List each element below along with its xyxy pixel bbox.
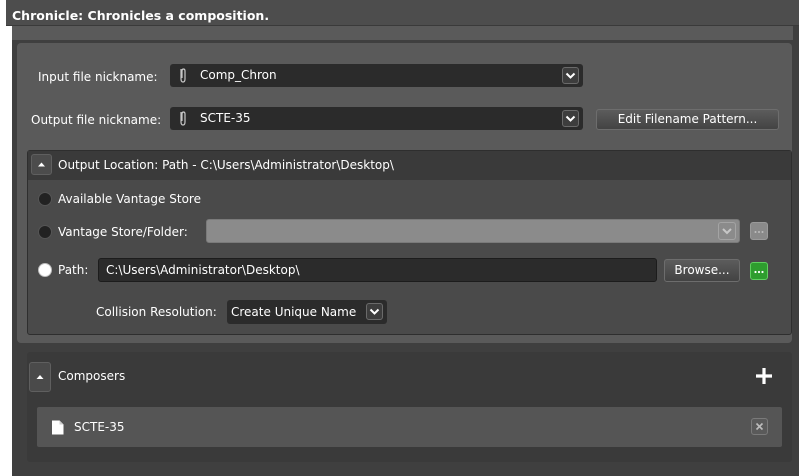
collapse-output-location-button[interactable] (31, 154, 52, 175)
path-label: Path: (58, 263, 89, 277)
remove-composer-button[interactable] (751, 418, 768, 435)
paperclip-icon (180, 68, 186, 83)
radio-vantage-folder[interactable] (38, 225, 52, 239)
input-nickname-dropdown[interactable]: Comp_Chron (170, 64, 583, 87)
composer-item-label: SCTE-35 (74, 420, 125, 434)
add-composer-button[interactable] (754, 366, 774, 386)
close-icon (755, 422, 764, 431)
edit-filename-pattern-button[interactable]: Edit Filename Pattern... (596, 109, 779, 130)
radio-available-store[interactable] (38, 192, 52, 206)
chevron-down-icon[interactable] (366, 303, 383, 320)
output-nickname-dropdown[interactable]: SCTE-35 (170, 107, 583, 130)
composers-title: Composers (58, 369, 126, 383)
radio-path[interactable] (38, 263, 52, 277)
available-store-label: Available Vantage Store (58, 192, 201, 206)
input-nickname-value: Comp_Chron (200, 68, 277, 82)
chevron-down-icon[interactable] (562, 110, 579, 127)
output-nickname-label: Output file nickname: (31, 113, 162, 127)
path-options-button[interactable] (750, 262, 768, 280)
composer-list-item[interactable] (37, 407, 782, 447)
top-strip (12, 26, 799, 40)
ellipsis-icon (754, 270, 764, 274)
vantage-folder-dropdown[interactable] (206, 219, 740, 243)
output-location-title: Output Location: Path - C:\Users\Adminis… (58, 158, 394, 172)
collapse-composers-button[interactable] (29, 362, 51, 392)
vantage-folder-label: Vantage Store/Folder: (58, 225, 188, 239)
browse-button[interactable]: Browse... (664, 259, 740, 282)
collision-resolution-dropdown[interactable]: Create Unique Name (227, 300, 387, 324)
document-icon (51, 420, 64, 435)
window-title: Chronicle: Chronicles a composition. (6, 0, 799, 26)
paperclip-icon (180, 111, 186, 126)
input-nickname-label: Input file nickname: (38, 70, 158, 84)
chevron-down-icon (718, 222, 736, 240)
triangle-up-icon (38, 162, 45, 167)
triangle-up-icon (36, 375, 44, 379)
folder-more-options-button (750, 222, 768, 240)
collision-resolution-value: Create Unique Name (231, 305, 357, 319)
chevron-down-icon[interactable] (562, 67, 579, 84)
plus-icon (756, 368, 772, 384)
output-nickname-value: SCTE-35 (200, 111, 251, 125)
path-value: C:\Users\Administrator\Desktop\ (106, 263, 300, 277)
right-edge (793, 26, 799, 476)
path-input[interactable]: C:\Users\Administrator\Desktop\ (98, 258, 657, 282)
collision-resolution-label: Collision Resolution: (96, 305, 217, 319)
ellipsis-icon (754, 231, 764, 233)
